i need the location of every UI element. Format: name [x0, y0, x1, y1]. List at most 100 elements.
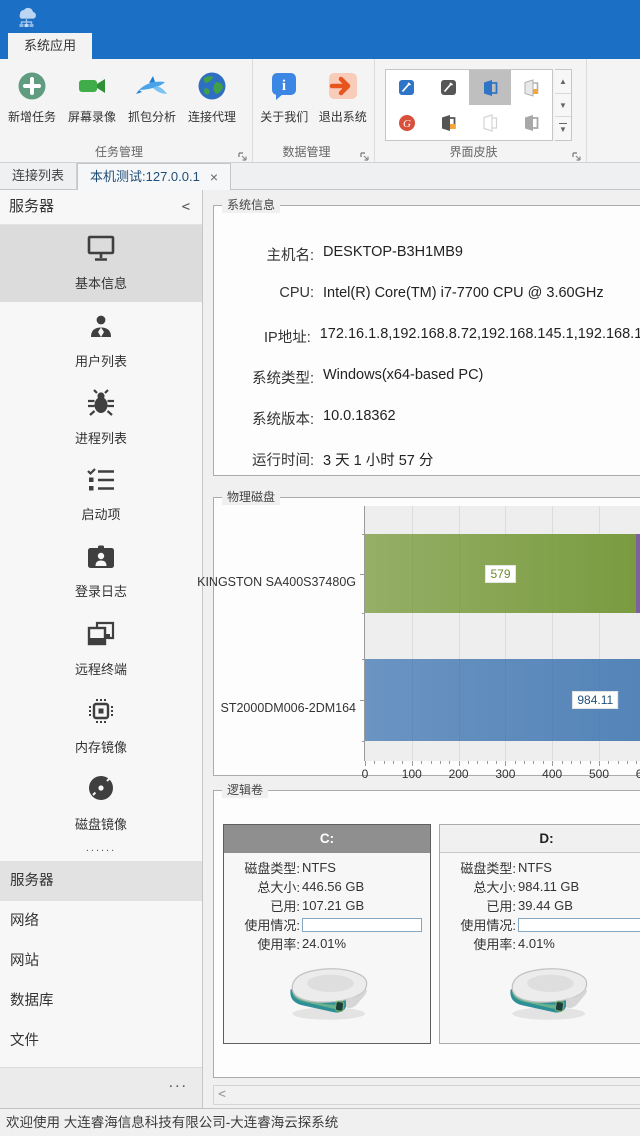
- chip-icon: [86, 696, 116, 731]
- sidebar-item-login-log[interactable]: 登录日志: [0, 533, 202, 610]
- volume-d-rows: 磁盘类型:NTFS 总大小:984.11 GB 已用:39.44 GB 使用情况…: [440, 853, 640, 953]
- skin-office-ghost[interactable]: [469, 105, 511, 140]
- sidebar-section-server[interactable]: 服务器: [0, 861, 202, 901]
- about-button[interactable]: i 关于我们: [255, 63, 314, 125]
- sidebar-section-files[interactable]: 文件: [0, 1021, 202, 1061]
- skin-g-red[interactable]: G: [386, 105, 428, 140]
- vol-usage-label: 使用情况:: [228, 915, 300, 934]
- skin-office-gray[interactable]: [511, 105, 553, 140]
- cloud-network-app-icon: [14, 4, 39, 34]
- group-label-data: 数据管理: [253, 143, 360, 160]
- gallery-scroll-down-icon[interactable]: ▼: [555, 94, 571, 118]
- info-row-ip: IP地址: 172.16.1.8,192.168.8.72,192.168.14…: [214, 326, 640, 367]
- exit-label: 退出系统: [319, 108, 367, 125]
- category-label: KINGSTON SA400S37480G: [197, 575, 356, 589]
- proxy-button[interactable]: 连接代理: [182, 63, 242, 125]
- system-info-group: 系统信息 主机名: DESKTOP-B3H1MB9 CPU: Intel(R) …: [213, 205, 640, 476]
- info-row-cpu: CPU: Intel(R) Core(TM) i7-7700 CPU @ 3.6…: [214, 285, 640, 326]
- sidebar-item-startup[interactable]: 启动项: [0, 456, 202, 533]
- tab-local-test-label: 本机测试:127.0.0.1: [90, 164, 200, 190]
- new-task-button[interactable]: 新增任务: [2, 63, 62, 125]
- group-label-task: 任务管理: [0, 143, 238, 160]
- close-icon[interactable]: ×: [210, 170, 218, 184]
- packet-capture-button[interactable]: 抓包分析: [122, 63, 182, 125]
- tab-connection-list[interactable]: 连接列表: [0, 163, 77, 190]
- sidebar-item-basic-info[interactable]: 基本信息: [0, 225, 202, 302]
- x-axis-tick-label: 500: [589, 767, 609, 781]
- bar-value-label: 984.11: [572, 691, 618, 709]
- sidebar-item-disk-image[interactable]: 磁盘镜像: [0, 764, 202, 841]
- exit-button[interactable]: 退出系统: [314, 63, 373, 125]
- main-panel: 系统信息 主机名: DESKTOP-B3H1MB9 CPU: Intel(R) …: [204, 190, 640, 1108]
- packet-capture-label: 抓包分析: [128, 108, 176, 125]
- document-tab-bar: 连接列表 本机测试:127.0.0.1 ×: [0, 163, 640, 190]
- skin-pen-blue[interactable]: [386, 70, 428, 105]
- scroll-left-icon[interactable]: <: [218, 1087, 226, 1102]
- info-label: 运行时间:: [214, 449, 314, 470]
- volume-d-header: D:: [440, 825, 640, 853]
- add-task-icon: [15, 69, 49, 103]
- sidebar-overflow-button[interactable]: ...: [0, 1067, 202, 1108]
- vol-label: 已用:: [228, 896, 300, 915]
- sidebar-section-website[interactable]: 网站: [0, 941, 202, 981]
- info-label: 系统版本:: [214, 408, 314, 429]
- sidebar: 服务器 < 基本信息 用户列表 进程列表: [0, 190, 203, 1108]
- vol-label: 总大小:: [444, 877, 516, 896]
- badge-icon: [86, 544, 116, 575]
- sidebar-item-process-list[interactable]: 进程列表: [0, 379, 202, 456]
- screen-record-icon: [75, 69, 109, 103]
- sidebar-item-remote-terminal[interactable]: 远程终端: [0, 610, 202, 687]
- info-row-hostname: 主机名: DESKTOP-B3H1MB9: [214, 244, 640, 285]
- sidebar-splitter-handle[interactable]: ......: [0, 841, 202, 861]
- x-axis-tick-label: 600: [636, 767, 640, 781]
- bug-icon: [86, 389, 116, 422]
- gallery-scroll-up-icon[interactable]: ▲: [555, 70, 571, 94]
- skin-pen-dark[interactable]: [428, 70, 470, 105]
- dialog-launcher-icon[interactable]: [360, 149, 370, 159]
- title-bar: [0, 0, 640, 33]
- monitor-icon: [86, 235, 116, 267]
- logical-volumes-title: 逻辑卷: [222, 783, 268, 798]
- disk-chart-plot: 579984.110100200300400500600: [364, 506, 640, 761]
- about-label: 关于我们: [260, 108, 308, 125]
- packet-capture-shark-icon: [135, 69, 169, 103]
- tab-local-test[interactable]: 本机测试:127.0.0.1 ×: [77, 163, 231, 190]
- x-axis-tick-label: 300: [495, 767, 515, 781]
- usage-progressbar: [302, 918, 422, 932]
- sidebar-section-database[interactable]: 数据库: [0, 981, 202, 1021]
- screen-record-button[interactable]: 屏幕录像: [62, 63, 122, 125]
- skin-office-dark[interactable]: [428, 105, 470, 140]
- vol-rate-label: 使用率:: [444, 934, 516, 953]
- info-row-os-version: 系统版本: 10.0.18362: [214, 408, 640, 449]
- ribbon-spacer: [587, 59, 640, 162]
- main-horizontal-scrollbar[interactable]: <: [213, 1085, 640, 1105]
- new-task-label: 新增任务: [8, 108, 56, 125]
- disk-chart: KINGSTON SA400S37480GST2000DM006-2DM164 …: [214, 498, 640, 775]
- gallery-dropdown-icon[interactable]: ▼: [555, 117, 571, 140]
- volume-c-rows: 磁盘类型:NTFS 总大小:446.56 GB 已用:107.21 GB 使用情…: [224, 853, 430, 953]
- sidebar-item-label: 基本信息: [75, 273, 127, 292]
- dialog-launcher-icon[interactable]: [572, 149, 582, 159]
- sidebar-header: 服务器 <: [0, 190, 202, 225]
- sidebar-section-network[interactable]: 网络: [0, 901, 202, 941]
- x-axis-tick-label: 200: [449, 767, 469, 781]
- skin-office-light[interactable]: [511, 70, 553, 105]
- hard-drive-icon: [495, 956, 599, 1033]
- svg-text:i: i: [282, 78, 286, 94]
- sidebar-item-label: 内存镜像: [75, 737, 127, 756]
- sidebar-item-memory-image[interactable]: 内存镜像: [0, 687, 202, 764]
- about-info-icon: i: [267, 69, 301, 103]
- ribbon-tab-row: 系统应用: [0, 33, 640, 59]
- system-info-title: 系统信息: [222, 198, 280, 213]
- info-row-os-type: 系统类型: Windows(x64-based PC): [214, 367, 640, 408]
- dialog-launcher-icon[interactable]: [238, 149, 248, 159]
- x-axis-tick-label: 400: [542, 767, 562, 781]
- sidebar-item-label: 磁盘镜像: [75, 814, 127, 833]
- volume-card-c[interactable]: C: 磁盘类型:NTFS 总大小:446.56 GB 已用:107.21 GB …: [223, 824, 431, 1044]
- skin-office-blue[interactable]: [469, 70, 511, 105]
- ribbon-group-data: i 关于我们 退出系统 数据管理: [253, 59, 375, 162]
- tab-system-app[interactable]: 系统应用: [8, 33, 92, 59]
- sidebar-item-user-list[interactable]: 用户列表: [0, 302, 202, 379]
- collapse-chevron-icon[interactable]: <: [182, 190, 190, 224]
- volume-card-d[interactable]: D: 磁盘类型:NTFS 总大小:984.11 GB 已用:39.44 GB 使…: [439, 824, 640, 1044]
